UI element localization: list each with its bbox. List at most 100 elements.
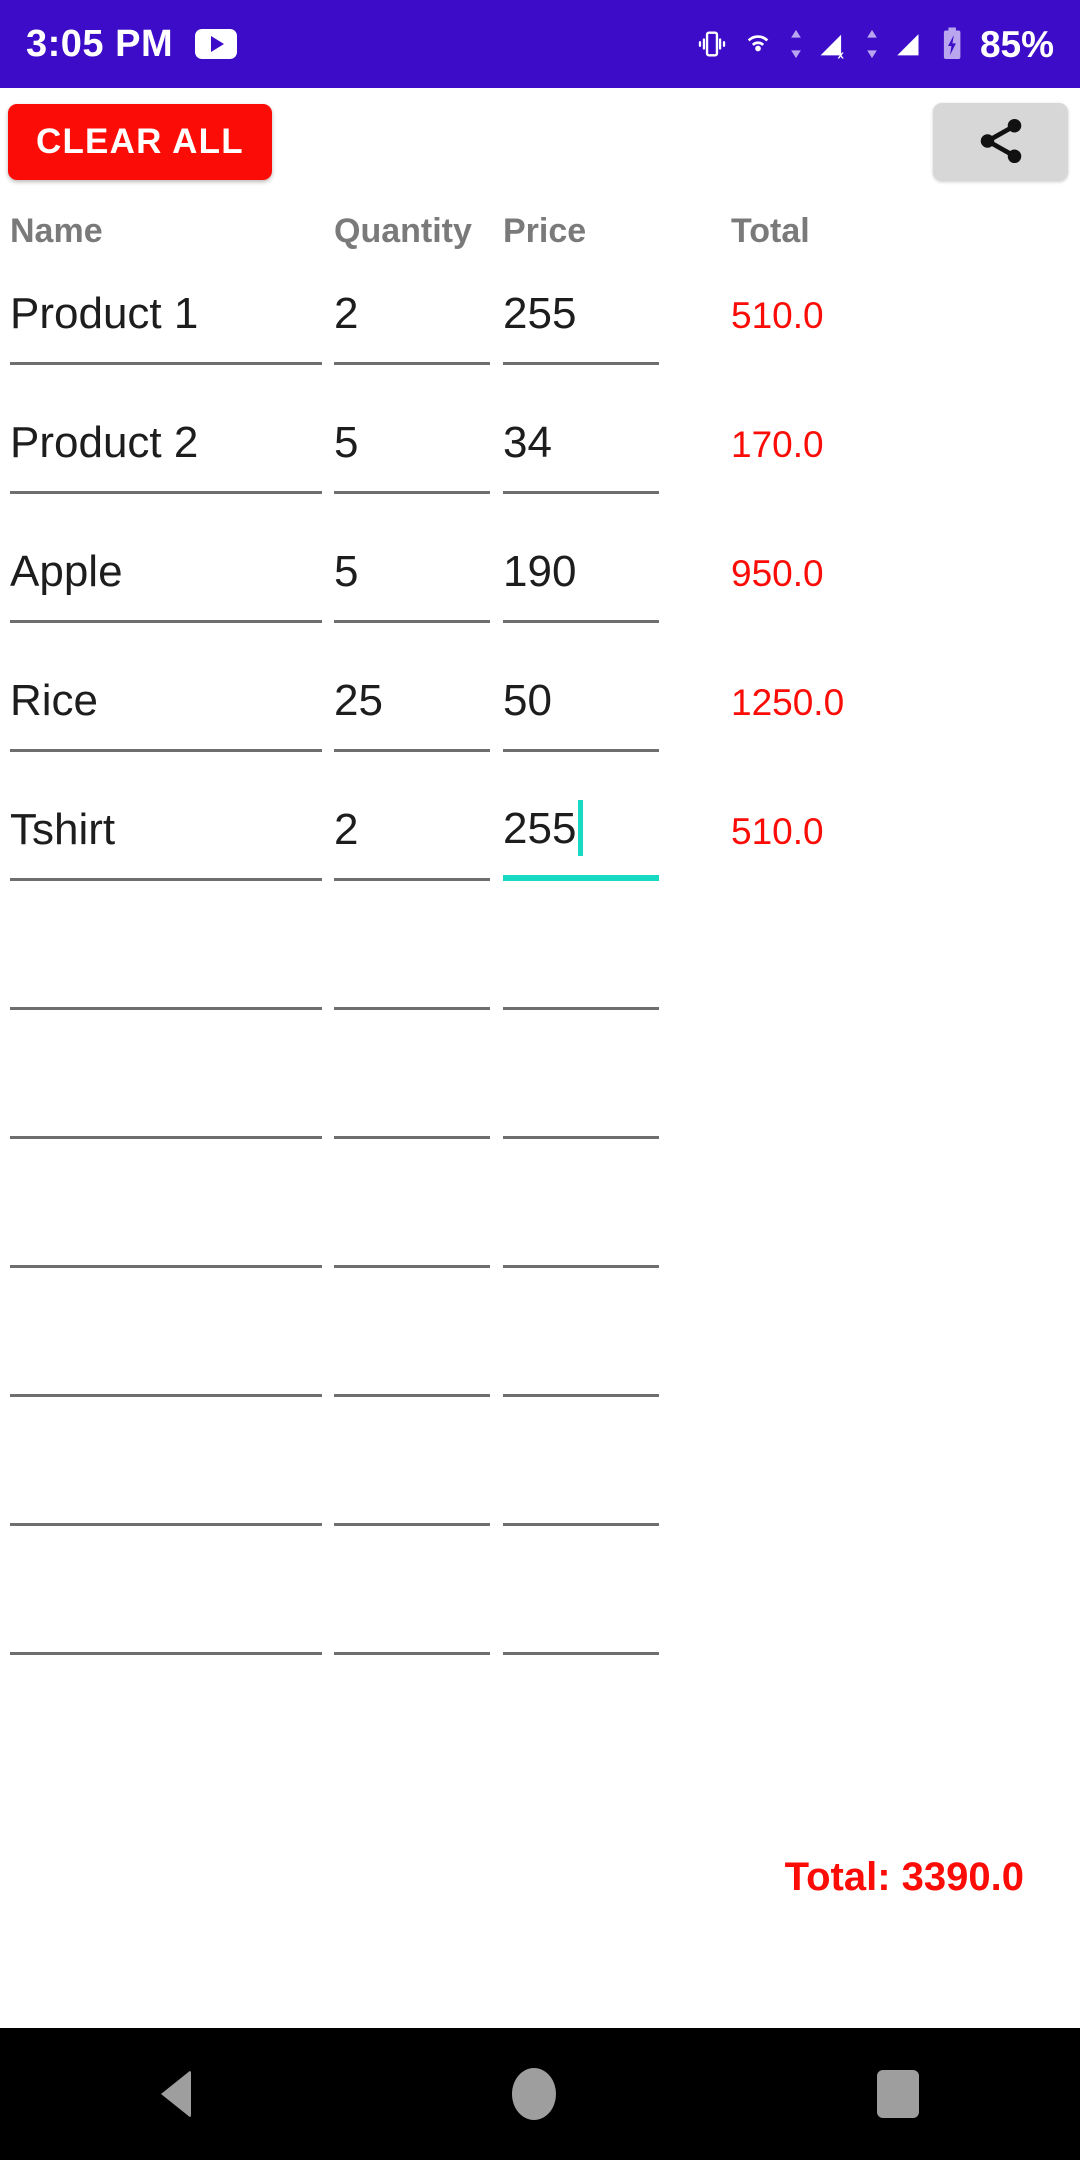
home-nav-icon[interactable] <box>511 2068 556 2120</box>
row-total-value: 1250.0 <box>731 682 845 723</box>
table-row: Product 2 5 34 170.0 <box>10 395 1080 494</box>
table-row: Apple 5 190 950.0 <box>10 524 1080 623</box>
text-cursor <box>578 800 583 856</box>
data-transfer-icon <box>787 27 805 61</box>
name-input-9[interactable] <box>10 1298 322 1397</box>
back-nav-icon[interactable] <box>160 2070 191 2118</box>
clear-all-button[interactable]: CLEAR ALL <box>8 104 272 180</box>
price-input-4-value: 50 <box>503 676 552 725</box>
table-row <box>10 1427 1080 1526</box>
row-spacer <box>10 1397 1080 1427</box>
quantity-input-4[interactable]: 25 <box>334 653 490 752</box>
quantity-input-9[interactable] <box>334 1298 490 1397</box>
row-total-7 <box>703 1040 893 1139</box>
battery-charging-icon <box>939 26 965 62</box>
quantity-input-5[interactable]: 2 <box>334 782 490 881</box>
table-row: Rice 25 50 1250.0 <box>10 653 1080 752</box>
name-input-4[interactable]: Rice <box>10 653 322 752</box>
price-input-10[interactable] <box>503 1427 659 1526</box>
android-navigation-bar <box>0 2028 1080 2160</box>
quantity-input-11[interactable] <box>334 1556 490 1655</box>
price-input-2-value: 34 <box>503 418 552 467</box>
table-header-row: Name Quantity Price Total <box>10 196 1080 266</box>
signal-no-service-icon: x <box>816 27 852 61</box>
name-input-1[interactable]: Product 1 <box>10 266 322 365</box>
status-bar-left: 3:05 PM <box>26 25 238 63</box>
youtube-icon <box>195 29 238 59</box>
row-total-value: 510.0 <box>731 811 824 852</box>
quantity-input-7[interactable] <box>334 1040 490 1139</box>
price-input-5[interactable]: 255 <box>503 782 659 881</box>
quantity-input-3[interactable]: 5 <box>334 524 490 623</box>
price-input-8[interactable] <box>503 1169 659 1268</box>
grand-total: Total: 3390.0 <box>0 1855 1080 1900</box>
name-input-1-value: Product 1 <box>10 289 199 338</box>
price-input-1[interactable]: 255 <box>503 266 659 365</box>
name-input-2[interactable]: Product 2 <box>10 395 322 494</box>
recents-nav-icon[interactable] <box>877 2070 920 2118</box>
row-total-6 <box>703 911 893 1010</box>
name-input-4-value: Rice <box>10 676 99 725</box>
price-input-6[interactable] <box>503 911 659 1010</box>
row-spacer <box>10 1010 1080 1040</box>
quantity-input-1-value: 2 <box>334 289 359 338</box>
name-input-3[interactable]: Apple <box>10 524 322 623</box>
row-spacer <box>10 623 1080 653</box>
grand-total-label: Total: 3390.0 <box>784 1855 1024 1899</box>
signal-bars-icon <box>892 27 928 61</box>
column-header-quantity: Quantity <box>334 212 472 250</box>
name-input-5[interactable]: Tshirt <box>10 782 322 881</box>
row-total-value: 510.0 <box>731 295 824 336</box>
table-body: Product 1 2 255 510.0 Product 2 5 34 170.0 Apple… <box>10 266 1080 1685</box>
name-input-2-value: Product 2 <box>10 418 199 467</box>
price-input-7[interactable] <box>503 1040 659 1139</box>
vibrate-icon <box>695 27 729 61</box>
row-total-value: 170.0 <box>731 424 824 465</box>
table-row <box>10 911 1080 1010</box>
table-row: Tshirt 2 255 510.0 <box>10 782 1080 881</box>
row-total-10 <box>703 1427 893 1526</box>
quantity-input-6[interactable] <box>334 911 490 1010</box>
column-header-name: Name <box>10 212 103 250</box>
column-header-price: Price <box>503 212 587 250</box>
table-row <box>10 1040 1080 1139</box>
quantity-input-8[interactable] <box>334 1169 490 1268</box>
row-total-2: 170.0 <box>703 395 893 494</box>
battery-percentage: 85% <box>979 23 1054 65</box>
price-input-9[interactable] <box>503 1298 659 1397</box>
price-input-2[interactable]: 34 <box>503 395 659 494</box>
status-bar-right: x 85% <box>695 26 1054 63</box>
name-input-10[interactable] <box>10 1427 322 1526</box>
row-total-8 <box>703 1169 893 1268</box>
table-row: Product 1 2 255 510.0 <box>10 266 1080 365</box>
toolbar: CLEAR ALL <box>0 88 1080 196</box>
row-spacer <box>10 1268 1080 1298</box>
price-input-3[interactable]: 190 <box>503 524 659 623</box>
table-row <box>10 1556 1080 1655</box>
items-table: Name Quantity Price Total Product 1 2 255 5… <box>0 196 1080 1685</box>
price-input-4[interactable]: 50 <box>503 653 659 752</box>
row-spacer <box>10 494 1080 524</box>
row-spacer <box>10 1139 1080 1169</box>
quantity-input-2-value: 5 <box>334 418 359 467</box>
row-total-3: 950.0 <box>703 524 893 623</box>
row-total-5: 510.0 <box>703 782 893 881</box>
row-total-4: 1250.0 <box>703 653 893 752</box>
quantity-input-10[interactable] <box>334 1427 490 1526</box>
row-total-1: 510.0 <box>703 266 893 365</box>
quantity-input-1[interactable]: 2 <box>334 266 490 365</box>
name-input-8[interactable] <box>10 1169 322 1268</box>
price-input-11[interactable] <box>503 1556 659 1655</box>
name-input-7[interactable] <box>10 1040 322 1139</box>
share-button[interactable] <box>933 103 1068 181</box>
row-spacer <box>10 752 1080 782</box>
name-input-6[interactable] <box>10 911 322 1010</box>
quantity-input-2[interactable]: 5 <box>334 395 490 494</box>
column-header-total: Total <box>731 212 810 250</box>
row-total-value: 950.0 <box>731 553 824 594</box>
row-spacer <box>10 365 1080 395</box>
price-input-5-value: 255 <box>503 803 577 853</box>
name-input-5-value: Tshirt <box>10 805 116 854</box>
name-input-11[interactable] <box>10 1556 322 1655</box>
table-row <box>10 1169 1080 1268</box>
